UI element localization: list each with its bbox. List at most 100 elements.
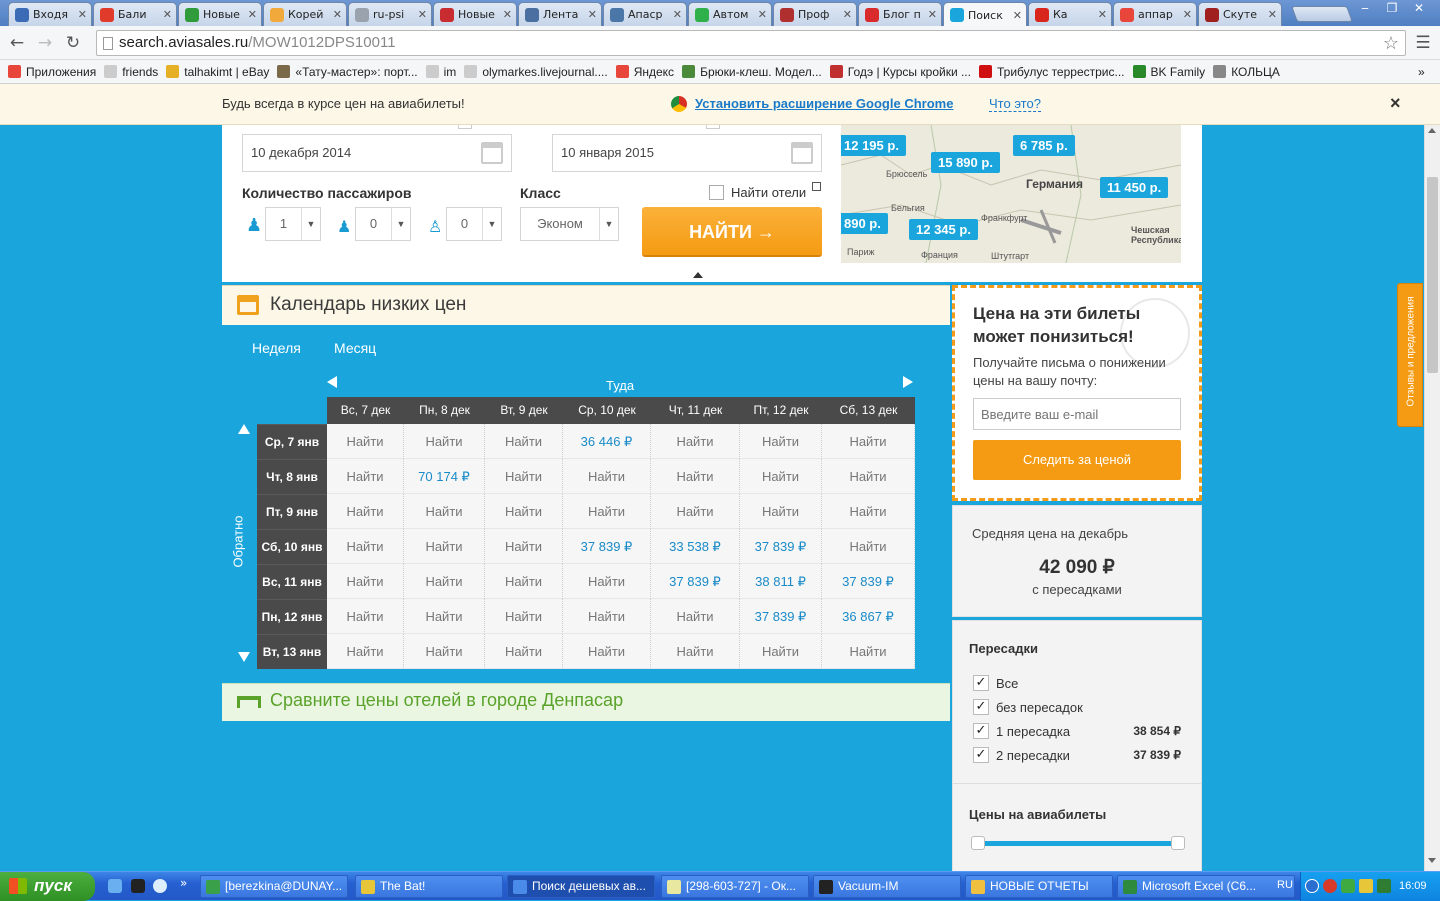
scrollbar-thumb[interactable] [1427, 177, 1438, 373]
calendar-find-cell[interactable]: Найти [485, 529, 563, 564]
tab-close-icon[interactable]: ✕ [163, 8, 172, 21]
calendar-find-cell[interactable]: Найти [327, 494, 404, 529]
calendar-price-cell[interactable]: 37 839 ₽ [651, 564, 740, 599]
calendar-find-cell[interactable]: Найти [327, 599, 404, 634]
find-hotels-checkbox[interactable] [709, 185, 724, 200]
prev-week-icon[interactable] [327, 376, 337, 388]
forward-icon[interactable]: → [34, 32, 56, 54]
calendar-find-cell[interactable]: Найти [327, 459, 404, 494]
calendar-icon[interactable] [481, 142, 503, 164]
taskbar-window-button[interactable]: НОВЫЕ ОТЧЕТЫ [965, 875, 1113, 898]
tab-close-icon[interactable]: ✕ [1183, 8, 1192, 21]
quicklaunch-icon[interactable] [153, 879, 167, 893]
class-select[interactable]: Эконом ▼ [520, 207, 619, 241]
calendar-find-cell[interactable]: Найти [404, 529, 485, 564]
browser-tab[interactable]: Новые ✕ [178, 2, 262, 26]
adults-select[interactable]: 1 ▼ [265, 207, 321, 241]
browser-tab[interactable]: Блог п ✕ [858, 2, 942, 26]
bookmark-item[interactable]: BK Family [1132, 65, 1205, 79]
map-price-badge[interactable]: 12 345 р. [909, 219, 978, 240]
browser-tab[interactable]: Проф ✕ [773, 2, 857, 26]
close-icon[interactable]: × [1390, 93, 1401, 114]
calendar-find-cell[interactable]: Найти [651, 599, 740, 634]
calendar-find-cell[interactable]: Найти [485, 634, 563, 669]
taskbar-window-button[interactable]: [berezkina@DUNAY... [200, 875, 348, 898]
taskbar-window-button[interactable]: Microsoft Excel (C6... [1117, 875, 1295, 898]
calendar-find-cell[interactable]: Найти [740, 634, 822, 669]
minimize-icon[interactable]: ‒ [1352, 1, 1378, 17]
calendar-find-cell[interactable]: Найти [327, 634, 404, 669]
taskbar-window-button[interactable]: Vacuum-IM [813, 875, 961, 898]
language-indicator[interactable]: RU [1277, 879, 1293, 891]
calendar-find-cell[interactable]: Найти [485, 494, 563, 529]
track-price-button[interactable]: Следить за ценой [973, 440, 1181, 480]
address-bar[interactable]: search.aviasales.ru/MOW1012DPS10011 ☆ [96, 30, 1406, 56]
tab-close-icon[interactable]: ✕ [503, 8, 512, 21]
calendar-find-cell[interactable]: Найти [404, 424, 485, 459]
map-price-badge[interactable]: 15 890 р. [931, 152, 1000, 173]
calendar-find-cell[interactable]: Найти [822, 634, 915, 669]
browser-tab[interactable]: Входя ✕ [8, 2, 92, 26]
stops-checkbox[interactable]: ✓ [973, 747, 989, 763]
tab-close-icon[interactable]: ✕ [1013, 9, 1022, 22]
bookmark-item[interactable]: im [425, 65, 456, 79]
browser-tab[interactable]: Скуте ✕ [1198, 2, 1282, 26]
return-date-field[interactable]: 10 января 2015 [552, 134, 822, 172]
price-map[interactable]: Германия Бельгия Франция Париж Чешская Р… [841, 125, 1181, 263]
infants-select[interactable]: 0 ▼ [446, 207, 502, 241]
find-button[interactable]: НАЙТИ → [642, 207, 822, 257]
calendar-find-cell[interactable]: Найти [651, 494, 740, 529]
bookmark-item[interactable]: Трибулус террестрис... [978, 65, 1125, 79]
map-price-badge[interactable]: 12 195 р. [841, 135, 906, 156]
calendar-price-cell[interactable]: 36 446 ₽ [563, 424, 651, 459]
map-price-badge[interactable]: 890 р. [841, 213, 888, 234]
calendar-find-cell[interactable]: Найти [563, 459, 651, 494]
calendar-find-cell[interactable]: Найти [822, 459, 915, 494]
calendar-find-cell[interactable]: Найти [651, 424, 740, 459]
price-slider[interactable] [979, 841, 1177, 846]
calendar-find-cell[interactable]: Найти [651, 459, 740, 494]
checkbox-partial[interactable] [458, 125, 472, 129]
what-is-this-link[interactable]: Что это? [989, 96, 1041, 112]
browser-tab[interactable]: Новые ✕ [433, 2, 517, 26]
window-close-icon[interactable]: ✕ [1406, 1, 1432, 17]
browser-tab[interactable]: аппар ✕ [1113, 2, 1197, 26]
browser-tab[interactable]: Поиск ✕ [943, 2, 1027, 27]
calendar-find-cell[interactable]: Найти [563, 634, 651, 669]
taskbar-window-button[interactable]: [298-603-727] - Ок... [661, 875, 809, 898]
tray-icon[interactable] [1377, 879, 1391, 893]
scroll-down-icon[interactable] [1428, 858, 1436, 863]
calendar-price-cell[interactable]: 38 811 ₽ [740, 564, 822, 599]
calendar-price-cell[interactable]: 37 839 ₽ [740, 529, 822, 564]
quicklaunch-icon[interactable] [131, 879, 145, 893]
calendar-find-cell[interactable]: Найти [740, 459, 822, 494]
start-button[interactable]: пуск [0, 872, 95, 901]
calendar-price-cell[interactable]: 37 839 ₽ [563, 529, 651, 564]
tab-week[interactable]: Неделя [252, 340, 301, 356]
tab-close-icon[interactable]: ✕ [843, 8, 852, 21]
clock[interactable]: 16:09 [1399, 880, 1427, 892]
reload-icon[interactable]: ↻ [62, 32, 84, 54]
taskbar-window-button[interactable]: The Bat! [355, 875, 503, 898]
stops-checkbox[interactable]: ✓ [973, 723, 989, 739]
scroll-up-icon[interactable] [1428, 128, 1436, 133]
calendar-find-cell[interactable]: Найти [485, 599, 563, 634]
tray-icon[interactable] [1359, 879, 1373, 893]
more-bookmarks-icon[interactable]: » [1418, 65, 1425, 79]
stops-checkbox[interactable]: ✓ [973, 675, 989, 691]
next-week-icon[interactable] [903, 376, 913, 388]
tab-month[interactable]: Месяц [334, 340, 376, 356]
calendar-find-cell[interactable]: Найти [563, 599, 651, 634]
tab-close-icon[interactable]: ✕ [1268, 8, 1277, 21]
map-price-badge[interactable]: 11 450 р. [1100, 177, 1169, 198]
install-extension-link[interactable]: Установить расширение Google Chrome [695, 96, 953, 111]
browser-tab[interactable]: Автом ✕ [688, 2, 772, 26]
calendar-price-cell[interactable]: 33 538 ₽ [651, 529, 740, 564]
taskbar-window-button[interactable]: Поиск дешевых ав... [507, 875, 655, 898]
tray-icon[interactable] [1305, 879, 1319, 893]
collapse-arrow-icon[interactable] [693, 272, 703, 278]
bookmark-item[interactable]: friends [104, 65, 158, 79]
calendar-price-cell[interactable]: 36 867 ₽ [822, 599, 915, 634]
stops-checkbox[interactable]: ✓ [973, 699, 989, 715]
browser-tab[interactable]: ru-psi ✕ [348, 2, 432, 26]
